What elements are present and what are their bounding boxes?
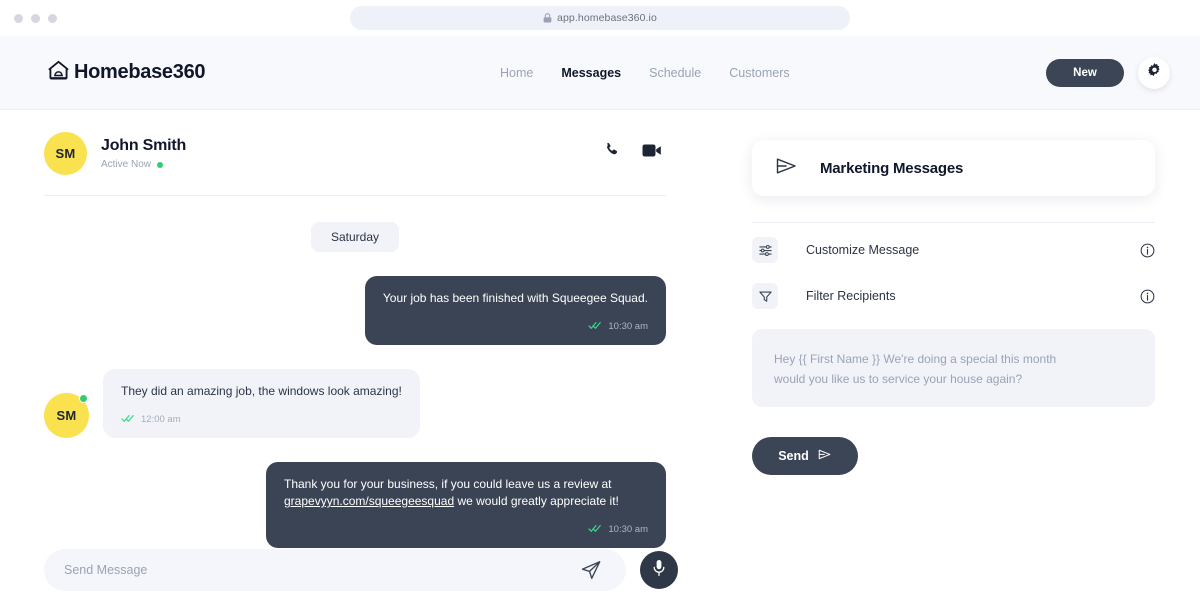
message-meta: 12:00 am: [121, 410, 402, 428]
message-bubble-outgoing: Thank you for your business, if you coul…: [266, 462, 666, 548]
window-controls: [0, 13, 57, 23]
message-time: 10:30 am: [608, 320, 648, 332]
message-text: Your job has been finished with Squeegee…: [382, 291, 648, 305]
address-bar[interactable]: app.homebase360.io: [350, 6, 850, 30]
new-button[interactable]: New: [1046, 58, 1124, 87]
message-meta: 10:30 am: [284, 520, 648, 538]
preview-line-1: Hey {{ First Name }} We're doing a speci…: [774, 352, 1057, 366]
message-time: 10:30 am: [608, 523, 648, 535]
online-status-dot: [157, 161, 164, 168]
send-button-label: Send: [778, 449, 809, 463]
option-label: Filter Recipients: [806, 289, 896, 303]
preview-line-2: would you like us to service your house …: [774, 372, 1023, 386]
send-triangle-icon: [776, 157, 798, 180]
avatar: SM: [44, 132, 87, 175]
message-time: 12:00 am: [141, 413, 181, 425]
composer-field[interactable]: [44, 549, 626, 591]
message-bubble-incoming: They did an amazing job, the windows loo…: [103, 369, 420, 438]
url-text: app.homebase360.io: [557, 12, 657, 24]
header-actions: New: [1046, 56, 1170, 89]
message-composer: [44, 549, 678, 591]
settings-button[interactable]: [1138, 56, 1170, 89]
message-meta: 10:30 am: [383, 317, 648, 335]
conversation-header: SM John Smith Active Now: [44, 110, 666, 196]
message-input[interactable]: [64, 563, 580, 577]
message-text-after: we would greatly appreciate it!: [454, 494, 619, 508]
brand-logo[interactable]: Homebase360: [46, 58, 206, 88]
sliders-icon: [752, 237, 778, 263]
info-icon[interactable]: [1140, 243, 1155, 258]
gear-icon: [1147, 62, 1162, 83]
date-separator: Saturday: [310, 222, 400, 252]
lock-icon: [543, 13, 552, 23]
browser-chrome: app.homebase360.io: [0, 0, 1200, 36]
window-dot-minimize[interactable]: [31, 13, 40, 23]
nav-item-schedule[interactable]: Schedule: [649, 66, 701, 80]
message-avatar-wrap: SM: [44, 393, 89, 438]
double-check-icon: [588, 520, 602, 538]
online-status-dot: [79, 394, 88, 403]
panel-title: Marketing Messages: [820, 159, 964, 177]
nav-item-home[interactable]: Home: [500, 66, 533, 80]
status-text: Active Now: [101, 159, 152, 170]
voice-record-button[interactable]: [640, 551, 678, 589]
nav-item-messages[interactable]: Messages: [561, 66, 621, 80]
contact-meta: John Smith Active Now: [101, 137, 186, 170]
chat-panel: SM John Smith Active Now Saturday Your j…: [0, 110, 710, 609]
message-row: SM They did an amazing job, the windows …: [44, 369, 666, 438]
main-navigation: Home Messages Schedule Customers: [500, 66, 790, 80]
panel-divider: [752, 222, 1155, 223]
message-list: Saturday Your job has been finished with…: [44, 196, 666, 548]
window-dot-maximize[interactable]: [48, 13, 57, 23]
app-header: Homebase360 Home Messages Schedule Custo…: [0, 36, 1200, 110]
house-icon: [46, 58, 71, 88]
double-check-icon: [121, 410, 135, 428]
option-customize-message[interactable]: Customize Message: [752, 231, 1155, 269]
message-preview[interactable]: Hey {{ First Name }} We're doing a speci…: [752, 329, 1155, 407]
marketing-panel: Marketing Messages Customize Message Fil…: [710, 110, 1200, 609]
option-filter-recipients[interactable]: Filter Recipients: [752, 277, 1155, 315]
message-bubble-outgoing: Your job has been finished with Squeegee…: [364, 276, 666, 345]
info-icon[interactable]: [1140, 289, 1155, 304]
message-text: They did an amazing job, the windows loo…: [121, 384, 402, 398]
brand-name: Homebase360: [74, 61, 206, 83]
main-content: SM John Smith Active Now Saturday Your j…: [0, 110, 1200, 609]
video-camera-icon[interactable]: [642, 143, 662, 158]
send-campaign-button[interactable]: Send: [752, 437, 858, 475]
funnel-icon: [752, 283, 778, 309]
paper-plane-icon[interactable]: [580, 559, 606, 581]
message-text-before: Thank you for your business, if you coul…: [284, 477, 612, 491]
send-triangle-icon: [818, 449, 832, 463]
microphone-icon: [652, 559, 666, 582]
double-check-icon: [588, 317, 602, 335]
contact-name: John Smith: [101, 137, 187, 154]
window-dot-close[interactable]: [14, 13, 23, 23]
nav-item-customers[interactable]: Customers: [729, 66, 789, 80]
message-text: Thank you for your business, if you coul…: [284, 476, 648, 510]
call-actions: [604, 142, 662, 158]
date-separator-row: Saturday: [44, 222, 666, 252]
message-row: Thank you for your business, if you coul…: [44, 462, 666, 548]
review-link[interactable]: grapevyyn.com/squeegeesquad: [284, 494, 454, 508]
option-label: Customize Message: [806, 243, 920, 257]
marketing-messages-card[interactable]: Marketing Messages: [752, 140, 1155, 196]
contact-status: Active Now: [101, 159, 186, 170]
phone-icon[interactable]: [604, 142, 620, 158]
message-row: Your job has been finished with Squeegee…: [44, 276, 666, 345]
